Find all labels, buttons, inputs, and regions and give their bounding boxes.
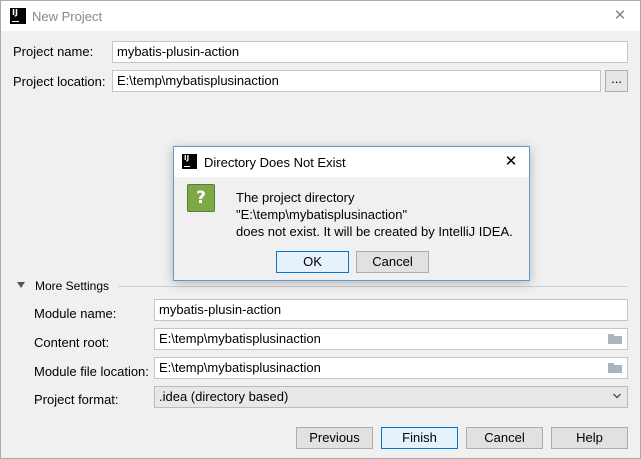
- module-name-label: Module name:: [34, 306, 117, 321]
- project-format-value: .idea (directory based): [159, 389, 289, 404]
- question-icon: ?: [187, 184, 215, 212]
- ok-button[interactable]: OK: [276, 251, 349, 273]
- folder-icon[interactable]: [608, 334, 622, 344]
- intellij-icon-text: IJ: [12, 8, 18, 17]
- module-name-field[interactable]: mybatis-plusin-action: [154, 299, 628, 321]
- intellij-icon: IJ: [10, 8, 26, 24]
- project-format-select[interactable]: .idea (directory based): [154, 386, 628, 408]
- dialog-message-line-1: The project directory: [236, 190, 355, 205]
- chevron-down-icon: [613, 392, 621, 400]
- divider: [118, 286, 628, 287]
- project-location-field[interactable]: E:\temp\mybatisplusinaction: [112, 70, 601, 92]
- intellij-icon: IJ: [182, 154, 197, 169]
- more-settings-label: More Settings: [35, 279, 110, 293]
- project-name-field[interactable]: mybatis-plusin-action: [112, 41, 628, 63]
- project-location-label: Project location:: [13, 74, 106, 89]
- project-name-label: Project name:: [13, 44, 94, 59]
- browse-button[interactable]: ...: [605, 70, 628, 92]
- project-format-label: Project format:: [34, 392, 119, 407]
- title-bar: IJ New Project ✕: [1, 1, 640, 31]
- close-icon[interactable]: ✕: [501, 152, 521, 172]
- dialog-title: Directory Does Not Exist: [204, 155, 346, 170]
- triangle-down-icon: [17, 282, 25, 288]
- dialog-title-bar: IJ Directory Does Not Exist ✕: [174, 147, 529, 177]
- content-root-value: E:\temp\mybatisplusinaction: [159, 331, 321, 346]
- previous-button[interactable]: Previous: [296, 427, 373, 449]
- module-file-location-label: Module file location:: [34, 364, 149, 379]
- close-icon[interactable]: ✕: [610, 6, 630, 26]
- module-file-location-field[interactable]: E:\temp\mybatisplusinaction: [154, 357, 628, 379]
- dialog-cancel-button[interactable]: Cancel: [356, 251, 429, 273]
- dialog-message-line-2: "E:\temp\mybatisplusinaction": [236, 207, 408, 222]
- content-root-label: Content root:: [34, 335, 110, 350]
- folder-icon[interactable]: [608, 363, 622, 373]
- content-root-field[interactable]: E:\temp\mybatisplusinaction: [154, 328, 628, 350]
- finish-button[interactable]: Finish: [381, 427, 458, 449]
- directory-not-exist-dialog: IJ Directory Does Not Exist ✕ ? The proj…: [173, 146, 530, 281]
- intellij-icon-text: IJ: [184, 154, 190, 162]
- module-file-location-value: E:\temp\mybatisplusinaction: [159, 360, 321, 375]
- window-title: New Project: [32, 9, 103, 24]
- dialog-message-line-3: does not exist. It will be created by In…: [236, 224, 513, 239]
- cancel-button[interactable]: Cancel: [466, 427, 543, 449]
- help-button[interactable]: Help: [551, 427, 628, 449]
